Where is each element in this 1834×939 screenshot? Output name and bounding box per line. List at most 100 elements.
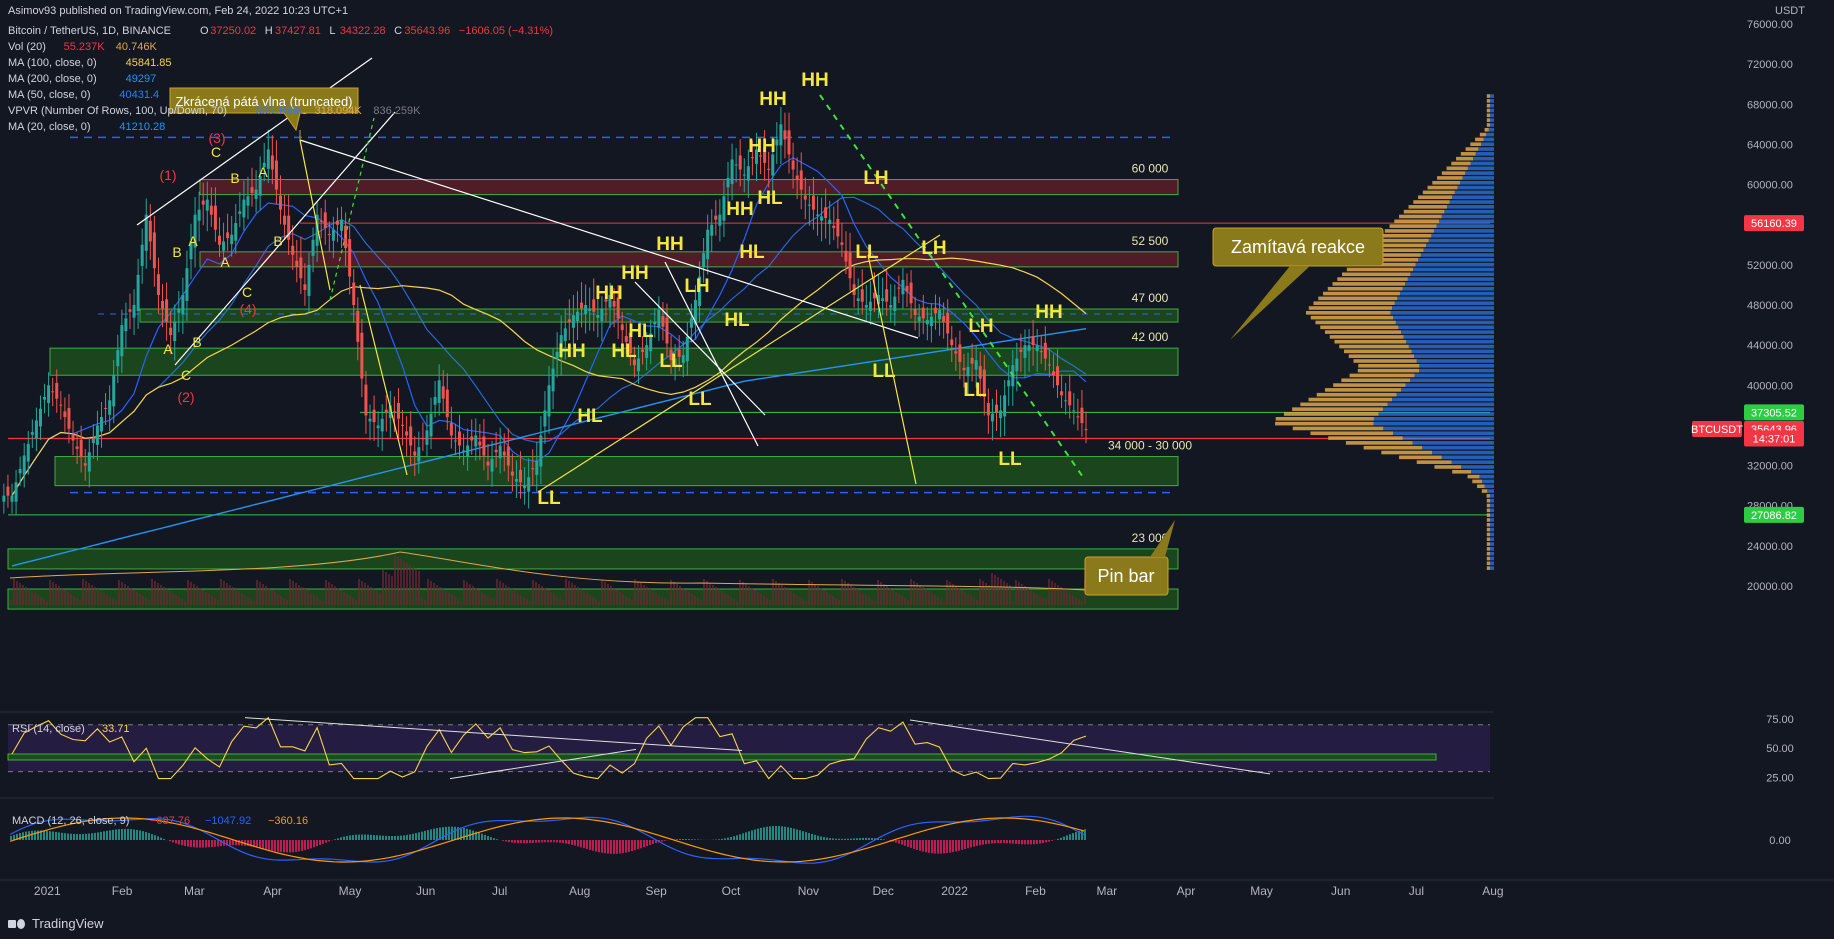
volume-bar — [220, 579, 222, 605]
ohlc-value: O — [200, 25, 209, 37]
time-tick-label: Mar — [184, 884, 205, 898]
macd-histogram-bar — [265, 840, 267, 850]
macd-histogram-bar — [373, 835, 375, 840]
volume-bar — [121, 582, 123, 605]
volume-bar — [571, 583, 573, 605]
vpvr-bar-down — [1480, 142, 1494, 147]
candle-body — [925, 320, 929, 325]
macd-histogram-bar — [544, 840, 546, 843]
volume-bar — [676, 584, 678, 605]
volume-bar — [817, 586, 819, 605]
candle-body — [514, 478, 518, 482]
tradingview-logo[interactable]: TradingView — [8, 916, 104, 931]
volume-bar — [184, 601, 186, 605]
macd-histogram-bar — [304, 840, 306, 851]
macd-histogram-bar — [940, 840, 942, 854]
volume-bar — [403, 561, 405, 605]
swing-label: LH — [968, 316, 993, 337]
vpvr-bar-up — [1446, 166, 1468, 171]
macd-histogram-bar — [982, 840, 984, 845]
candle-body — [2, 495, 6, 502]
candle-body — [197, 209, 201, 221]
volume-bar — [721, 591, 723, 605]
volume-bar — [706, 581, 708, 605]
macd-histogram-bar — [337, 838, 339, 840]
volume-bar — [232, 587, 234, 605]
volume-bar — [547, 590, 549, 605]
swing-label: HL — [724, 310, 750, 331]
vpvr-bar-down — [1426, 243, 1494, 248]
macd-histogram-bar — [172, 840, 174, 843]
macd-histogram-bar — [856, 838, 858, 840]
candle-body — [641, 349, 645, 352]
volume-bar — [943, 601, 945, 605]
macd-histogram-bar — [805, 832, 807, 840]
zone-label: 52 500 — [1132, 234, 1169, 248]
volume-bar — [1054, 583, 1056, 605]
macd-histogram-bar — [187, 840, 189, 847]
candle-body — [43, 396, 47, 400]
macd-histogram-bar — [514, 840, 516, 843]
symbol-badge-label: BTCUSDT — [1691, 424, 1743, 436]
macd-histogram-bar — [835, 838, 837, 840]
candle-body — [750, 157, 754, 159]
candle-body — [372, 409, 376, 423]
vpvr-bar-down — [1382, 407, 1494, 411]
vpvr-bar-up — [1275, 421, 1374, 426]
macd-histogram-bar — [343, 836, 345, 840]
macd-histogram-bar — [526, 840, 528, 844]
macd-histogram-bar — [169, 840, 171, 842]
macd-histogram-bar — [781, 826, 783, 840]
macd-histogram-bar — [199, 840, 201, 848]
macd-value-1: −687.76 — [150, 815, 190, 827]
swing-label: HH — [621, 263, 648, 284]
indicator-title: VPVR (Number Of Rows, 100, Up/Down, 70) — [8, 105, 227, 117]
volume-bar — [733, 599, 735, 605]
candle-body — [319, 220, 323, 222]
volume-bar — [823, 590, 825, 605]
price-axis[interactable]: USDT 76000.00 72000.00 68000.00 64000.00 6000… — [1494, 0, 1834, 905]
macd-histogram-bar — [307, 840, 309, 850]
time-tick-label: Jun — [1331, 884, 1350, 898]
macd-histogram-bar — [895, 840, 897, 843]
volume-bar — [475, 588, 477, 605]
volume-bar — [463, 580, 465, 605]
candle-body — [657, 310, 661, 328]
volume-bar — [976, 600, 978, 605]
macd-histogram-bar — [367, 834, 369, 840]
volume-bar — [505, 585, 507, 605]
volume-bar — [808, 580, 810, 605]
candle-body — [885, 289, 889, 302]
vpvr-bar-up — [1357, 368, 1420, 373]
vpvr-bar-down — [1490, 551, 1494, 556]
macd-histogram-bar — [946, 840, 948, 854]
vpvr-bar-down — [1415, 262, 1494, 267]
chart-canvas[interactable]: 60 000 52 500 47 000 42 000 34 000 - 30 000 2… — [0, 0, 1834, 939]
macd-histogram-bar — [112, 829, 114, 840]
macd-histogram-bar — [1039, 840, 1041, 844]
price-badge-label: 27086.82 — [1751, 510, 1797, 522]
volume-bar — [895, 592, 897, 605]
swing-label: LL — [963, 380, 987, 401]
volume-bar — [466, 582, 468, 605]
volume-bar — [343, 592, 345, 605]
volume-bar — [709, 583, 711, 605]
volume-bar — [346, 594, 348, 605]
volume-bar — [757, 592, 759, 605]
volume-bar — [988, 585, 990, 605]
candle-body — [352, 282, 356, 305]
vpvr-bar-down — [1490, 522, 1494, 527]
candle-body — [1068, 391, 1072, 406]
vpvr-bar-down — [1411, 349, 1494, 354]
vpvr-bar-up — [1316, 392, 1397, 397]
volume-bar — [370, 587, 372, 605]
candle-body — [449, 423, 453, 436]
vpvr-bar-up — [1275, 416, 1374, 421]
candle-body — [661, 316, 665, 327]
volume-bar — [835, 598, 837, 605]
candle-body — [1039, 351, 1043, 353]
macd-histogram-bar — [811, 833, 813, 840]
candle-body — [83, 463, 87, 466]
macd-histogram-bar — [202, 840, 204, 848]
macd-histogram-bar — [190, 840, 192, 848]
